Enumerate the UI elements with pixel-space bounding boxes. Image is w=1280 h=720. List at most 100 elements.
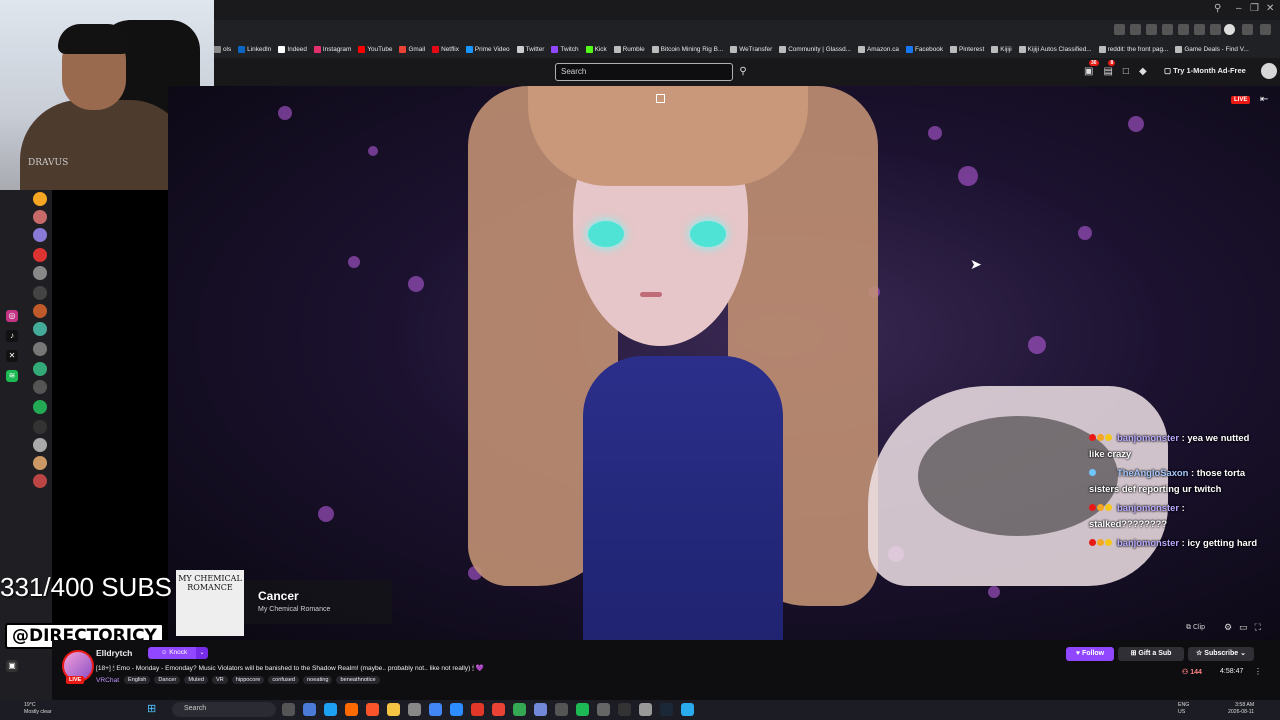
- edge-icon[interactable]: [324, 703, 337, 716]
- channel-avatar[interactable]: [33, 342, 47, 356]
- channel-avatar[interactable]: [33, 362, 47, 376]
- channel-avatar[interactable]: [33, 456, 47, 470]
- channel-avatar[interactable]: [33, 304, 47, 318]
- channel-avatar[interactable]: [33, 420, 47, 434]
- app-icon[interactable]: [450, 703, 463, 716]
- channel-avatar[interactable]: [33, 266, 47, 280]
- extension-icon[interactable]: [1146, 24, 1157, 35]
- spotify-icon[interactable]: [576, 703, 589, 716]
- brave-icon[interactable]: [366, 703, 379, 716]
- game-link[interactable]: VRChat: [96, 677, 119, 684]
- profile-icon[interactable]: [1224, 24, 1235, 35]
- app-icon[interactable]: [639, 703, 652, 716]
- firefox-icon[interactable]: [345, 703, 358, 716]
- spotify-icon[interactable]: ≋: [6, 370, 18, 382]
- app-icon[interactable]: [471, 703, 484, 716]
- user-avatar[interactable]: [1261, 63, 1277, 79]
- bookmark-item[interactable]: reddit: the front pag...: [1098, 45, 1168, 53]
- bookmark-item[interactable]: Community | Glassd...: [779, 45, 851, 53]
- app-icon[interactable]: [303, 703, 316, 716]
- taskbar-clock[interactable]: 3:58 AM 2026-08-11: [1228, 702, 1254, 716]
- channel-avatar[interactable]: [33, 248, 47, 262]
- search-icon[interactable]: ⚲: [1214, 3, 1221, 14]
- stream-tag[interactable]: confused: [268, 676, 300, 684]
- notifications-icon[interactable]: ▤ 8: [1103, 60, 1116, 77]
- channel-avatar[interactable]: [33, 322, 47, 336]
- bookmark-item[interactable]: Facebook: [905, 45, 943, 53]
- bookmark-item[interactable]: YouTube: [358, 45, 392, 53]
- app-icon[interactable]: [408, 703, 421, 716]
- close-icon[interactable]: ✕: [1266, 3, 1274, 14]
- bookmark-item[interactable]: Kijiji: [991, 45, 1012, 53]
- extension-icon[interactable]: [1130, 24, 1141, 35]
- search-icon[interactable]: ⚲: [735, 63, 751, 81]
- channel-avatar[interactable]: [33, 192, 47, 206]
- chrome-icon[interactable]: [429, 703, 442, 716]
- chat-username[interactable]: banjomonster: [1117, 537, 1179, 548]
- settings-icon[interactable]: ⚙: [1224, 622, 1232, 633]
- popout-icon[interactable]: [656, 94, 665, 103]
- stream-tag[interactable]: English: [124, 676, 151, 684]
- minimize-icon[interactable]: –: [1236, 3, 1242, 14]
- channel-avatar[interactable]: [33, 286, 47, 300]
- ad-free-button[interactable]: ▢ Try 1-Month Ad-Free: [1164, 66, 1246, 75]
- bookmark-item[interactable]: Gmail: [399, 45, 425, 53]
- task-view-icon[interactable]: [282, 703, 295, 716]
- discord-icon[interactable]: [534, 703, 547, 716]
- fullscreen-icon[interactable]: ⛶: [1255, 622, 1261, 633]
- bookmark-item[interactable]: Amazon.ca: [857, 45, 899, 53]
- extension-icon[interactable]: [1210, 24, 1221, 35]
- stream-tag[interactable]: noeating: [303, 676, 333, 684]
- telegram-icon[interactable]: [681, 703, 694, 716]
- channel-avatar[interactable]: [33, 228, 47, 242]
- windows-start-icon[interactable]: ⊞: [147, 703, 159, 715]
- chrome-icon[interactable]: [492, 703, 505, 716]
- subscribe-button[interactable]: ☆ Subscribe ⌄: [1188, 647, 1254, 661]
- language-indicator[interactable]: ENG US: [1178, 702, 1189, 716]
- download-icon[interactable]: [1194, 24, 1205, 35]
- knock-button[interactable]: ☺ Knock: [148, 647, 200, 659]
- extension-icon[interactable]: [1178, 24, 1189, 35]
- stream-tag[interactable]: VR: [211, 676, 228, 684]
- channel-avatar[interactable]: [33, 380, 47, 394]
- theatre-mode-icon[interactable]: ▭: [1239, 622, 1248, 633]
- stream-tag[interactable]: hippocore: [231, 676, 265, 684]
- video-player[interactable]: ➤ LIVE ⇤ banjomonster : yea we nutted li…: [168, 86, 1280, 640]
- bookmark-item[interactable]: Twitch: [551, 45, 579, 53]
- app-icon[interactable]: [597, 703, 610, 716]
- bookmark-item[interactable]: ols: [214, 45, 231, 53]
- taskbar-search[interactable]: Search: [172, 702, 276, 717]
- bookmark-item[interactable]: Pinterest: [950, 45, 984, 53]
- tiktok-icon[interactable]: ♪: [6, 330, 18, 342]
- chevron-down-icon[interactable]: ⌄: [196, 647, 208, 659]
- bookmark-item[interactable]: LinkedIn: [238, 45, 271, 53]
- inbox-icon[interactable]: ▣ 36: [1084, 60, 1099, 77]
- x-icon[interactable]: ✕: [6, 350, 18, 362]
- channel-avatar[interactable]: [33, 474, 47, 488]
- app-icon[interactable]: [555, 703, 568, 716]
- bookmark-item[interactable]: Kijiji Autos Classified...: [1018, 45, 1092, 53]
- channel-avatar[interactable]: [33, 438, 47, 452]
- clip-button[interactable]: ⧉ Clip: [1186, 624, 1205, 632]
- chat-username[interactable]: banjomonster: [1117, 502, 1179, 513]
- bookmark-item[interactable]: Twitter: [516, 45, 544, 53]
- file-explorer-icon[interactable]: [387, 703, 400, 716]
- app-icon[interactable]: [513, 703, 526, 716]
- bookmark-item[interactable]: Prime Video: [465, 45, 510, 53]
- bookmark-item[interactable]: WeTransfer: [730, 45, 772, 53]
- steam-icon[interactable]: [660, 703, 673, 716]
- bookmark-item[interactable]: Bitcoin Mining Rig B...: [651, 45, 723, 53]
- chat-username[interactable]: TheAngloSaxon: [1117, 467, 1188, 478]
- stream-tag[interactable]: beneathnotice: [336, 676, 380, 684]
- channel-avatar[interactable]: [33, 400, 47, 414]
- bookmark-item[interactable]: Netflix: [432, 45, 459, 53]
- app-icon[interactable]: [618, 703, 631, 716]
- extension-icon[interactable]: [1162, 24, 1173, 35]
- gift-sub-button[interactable]: ⊞ Gift a Sub: [1118, 647, 1184, 661]
- weather-widget[interactable]: 19°C Mostly clear: [24, 702, 52, 716]
- chat-username[interactable]: banjomonster: [1117, 432, 1179, 443]
- channel-avatar[interactable]: [33, 210, 47, 224]
- bookmark-item[interactable]: Rumble: [613, 45, 645, 53]
- bits-icon[interactable]: ◆: [1139, 66, 1147, 77]
- collapse-chat-icon[interactable]: ⇤: [1260, 94, 1268, 105]
